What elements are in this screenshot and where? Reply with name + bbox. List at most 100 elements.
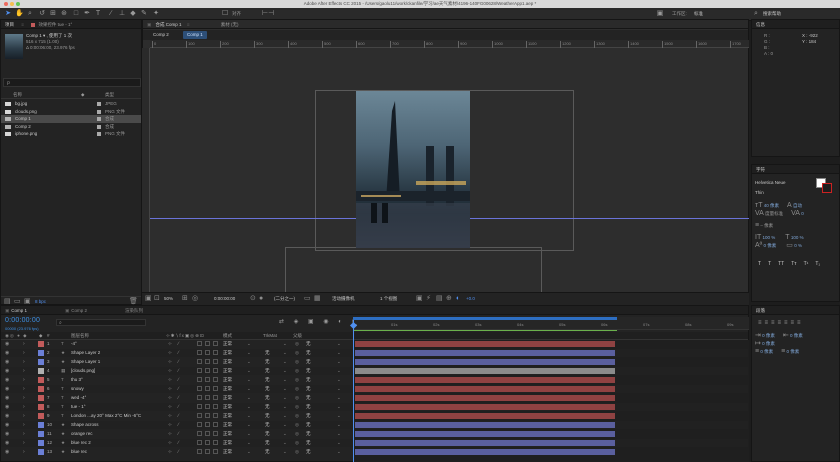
tab-comp-2[interactable]: ▣ Comp 2 [65, 306, 87, 314]
shy-switch-icon[interactable]: ⊹ [168, 368, 172, 374]
mode-chevron-down-icon[interactable]: ⌄ [247, 404, 251, 410]
quality-switch-icon[interactable]: ∕ [178, 440, 179, 446]
3d-layer-checkbox[interactable] [213, 350, 218, 355]
adjustment-checkbox[interactable] [205, 386, 210, 391]
shy-switch-icon[interactable]: ⊹ [168, 377, 172, 383]
timeline-layer-row[interactable]: ◉ › 8 Ttue - 1° ⊹ ∕ 正常 ⌄ 无 ⌄ ◎ 无 ⌄ [1, 403, 748, 411]
3d-layer-checkbox[interactable] [213, 440, 218, 445]
label-color-swatch[interactable] [38, 341, 44, 347]
exposure-value[interactable]: +0.0 [466, 293, 475, 304]
quality-switch-icon[interactable]: ∕ [178, 404, 179, 410]
parent-dropdown[interactable]: 无 [306, 404, 311, 410]
shy-switch-icon[interactable]: ⊹ [168, 404, 172, 410]
shy-switch-icon[interactable]: ⊹ [168, 341, 172, 347]
timeline-layer-row[interactable]: ◉ › 6 Tsnowy ⊹ ∕ 正常 ⌄ 无 ⌄ ◎ 无 ⌄ [1, 385, 748, 393]
layer-duration-bar[interactable] [355, 341, 615, 347]
parent-dropdown[interactable]: 无 [306, 422, 311, 428]
expand-twirl-icon[interactable]: › [23, 341, 25, 347]
adjustment-checkbox[interactable] [205, 422, 210, 427]
label-color-swatch[interactable] [38, 350, 44, 356]
parent-dropdown[interactable]: 无 [306, 395, 311, 401]
3d-layer-checkbox[interactable] [213, 359, 218, 364]
adjustment-checkbox[interactable] [205, 395, 210, 400]
current-time-indicator[interactable] [353, 320, 354, 462]
col-name-header[interactable]: 名称 [13, 91, 22, 99]
trkmat-chevron-down-icon[interactable]: ⌄ [283, 422, 287, 428]
rectangle-tool-icon[interactable]: □ [72, 10, 80, 18]
timeline-layer-row[interactable]: ◉ › 13 ★ blue rec ⊹ ∕ 正常 ⌄ 无 ⌄ ◎ 无 ⌄ [1, 448, 748, 456]
timeline-layer-row[interactable]: ◉ › 9 T London ...ay 20° Max 2°C Min -6°C ⊹ ∕ 正… [1, 412, 748, 420]
blend-mode-dropdown[interactable]: 正常 [223, 431, 232, 437]
adjustment-checkbox[interactable] [205, 368, 210, 373]
blend-mode-dropdown[interactable]: 正常 [223, 368, 232, 374]
tab-comp-1[interactable]: 合成 Comp 1 [156, 22, 182, 27]
col-layer-name[interactable]: 图层名称 [71, 332, 89, 340]
layer-name[interactable]: Shape Layer 2 [71, 350, 166, 355]
mode-chevron-down-icon[interactable]: ⌄ [247, 440, 251, 446]
expand-twirl-icon[interactable]: › [23, 449, 25, 455]
mode-chevron-down-icon[interactable]: ⌄ [247, 422, 251, 428]
col-type-header[interactable]: 类型 [105, 91, 114, 99]
parent-dropdown[interactable]: 无 [306, 431, 311, 437]
text-style-button[interactable]: T [768, 261, 771, 267]
trkmat-dropdown[interactable]: 无 [265, 404, 270, 410]
expand-twirl-icon[interactable]: › [23, 377, 25, 383]
mode-chevron-down-icon[interactable]: ⌄ [247, 359, 251, 365]
shy-switch-icon[interactable]: ⊹ [168, 350, 172, 356]
project-search-input[interactable]: ρ [3, 78, 141, 87]
blend-mode-dropdown[interactable]: 正常 [223, 341, 232, 347]
eraser-tool-icon[interactable]: ◆ [129, 10, 137, 18]
timeline-layer-row[interactable]: ◉ › 11 ★ orange rec ⊹ ∕ 正常 ⌄ 无 ⌄ ◎ 无 ⌄ [1, 430, 748, 438]
timeline-layer-row[interactable]: ◉ › 10 ★ Shape across ⊹ ∕ 正常 ⌄ 无 ⌄ ◎ 无 ⌄ [1, 421, 748, 429]
layer-duration-bar[interactable] [355, 359, 615, 365]
stroke-width-value[interactable]: – 像素 [760, 223, 773, 228]
eye-visibility-icon[interactable]: ◉ [5, 350, 9, 356]
adjustment-checkbox[interactable] [205, 404, 210, 409]
parent-chevron-down-icon[interactable]: ⌄ [337, 431, 341, 437]
mode-chevron-down-icon[interactable]: ⌄ [247, 341, 251, 347]
blend-mode-dropdown[interactable]: 正常 [223, 440, 232, 446]
quality-switch-icon[interactable]: ∕ [178, 386, 179, 392]
trkmat-chevron-down-icon[interactable]: ⌄ [283, 350, 287, 356]
search-help-icon[interactable]: ⌕ [752, 10, 760, 18]
pickwhip-icon[interactable]: ◎ [295, 395, 299, 401]
layer-duration-bar[interactable] [355, 440, 615, 446]
trkmat-dropdown[interactable]: 无 [265, 350, 270, 356]
layer-duration-bar[interactable] [355, 386, 615, 392]
parent-dropdown[interactable]: 无 [306, 413, 311, 419]
tab-effects-controls[interactable]: 效果控件 tue - 1° [38, 22, 72, 27]
label-color-swatch[interactable] [38, 449, 44, 455]
tab-character[interactable]: 字符 [756, 167, 765, 172]
parent-chevron-down-icon[interactable]: ⌄ [337, 449, 341, 455]
mode-chevron-down-icon[interactable]: ⌄ [247, 350, 251, 356]
tsume-value[interactable]: 0 % [794, 243, 802, 248]
layer-name[interactable]: wed -4° [71, 395, 166, 400]
blend-mode-dropdown[interactable]: 正常 [223, 350, 232, 356]
timeline-layer-row[interactable]: ◉ › 7 Twed -4° ⊹ ∕ 正常 ⌄ 无 ⌄ ◎ 无 ⌄ [1, 394, 748, 402]
snapshot-icon[interactable]: ⊙ [250, 295, 256, 303]
project-item[interactable]: bg.jpg JPEG [1, 100, 141, 108]
blend-mode-dropdown[interactable]: 正常 [223, 377, 232, 383]
workspace-menu-icon[interactable]: ▣ [656, 10, 664, 18]
layer-name[interactable]: thu 3° [71, 377, 166, 382]
layer-name[interactable]: [clouds.png] [71, 368, 166, 373]
eye-visibility-icon[interactable]: ◉ [5, 368, 9, 374]
layer-search-input[interactable]: ⌕ [56, 319, 146, 326]
search-help-input[interactable]: 搜索帮助 [763, 11, 781, 17]
blend-mode-dropdown[interactable]: 正常 [223, 422, 232, 428]
motion-blur-checkbox[interactable] [197, 422, 202, 427]
tab-info[interactable]: 信息 [756, 22, 765, 27]
parent-chevron-down-icon[interactable]: ⌄ [337, 404, 341, 410]
views-dropdown[interactable]: 1 个视图 [380, 293, 397, 304]
quality-switch-icon[interactable]: ∕ [178, 431, 179, 437]
stroke-color-swatch[interactable] [822, 183, 832, 193]
label-color-swatch[interactable] [38, 431, 44, 437]
pickwhip-icon[interactable]: ◎ [295, 422, 299, 428]
shy-switch-icon[interactable]: ⊹ [168, 413, 172, 419]
trkmat-chevron-down-icon[interactable]: ⌄ [283, 449, 287, 455]
parent-chevron-down-icon[interactable]: ⌄ [337, 395, 341, 401]
space-before-value[interactable]: 0 像素 [760, 349, 773, 354]
layer-duration-bar[interactable] [355, 395, 615, 401]
3d-layer-checkbox[interactable] [213, 395, 218, 400]
pickwhip-icon[interactable]: ◎ [295, 404, 299, 410]
